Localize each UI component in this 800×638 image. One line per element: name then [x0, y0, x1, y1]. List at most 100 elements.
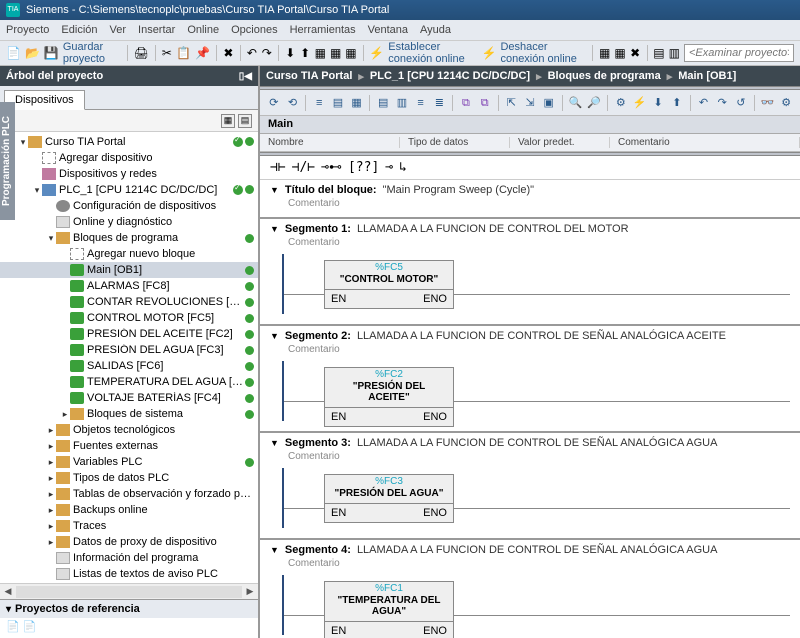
delete-icon[interactable]: ✖ [223, 45, 234, 61]
ed-icon[interactable]: ▤ [330, 95, 346, 111]
undo-icon[interactable]: ↶ [247, 45, 258, 61]
cut-icon[interactable]: ✂ [162, 45, 173, 61]
hw2-icon[interactable]: ▦ [614, 45, 625, 61]
expand-icon[interactable]: ▸ [46, 457, 56, 468]
segment[interactable]: ▼Segmento 2:LLAMADA A LA FUNCION DE CONT… [260, 324, 800, 431]
go-online-icon[interactable]: ⚡ [369, 45, 384, 61]
th-default[interactable]: Valor predet. [510, 137, 610, 148]
expand-icon[interactable]: ▸ [46, 489, 56, 500]
tree-item[interactable]: Agregar nuevo bloque [0, 246, 258, 262]
th-comment[interactable]: Comentario [610, 137, 800, 148]
chevron-down-icon[interactable]: ▼ [270, 545, 279, 555]
ed-icon[interactable]: ▥ [394, 95, 410, 111]
lad-box-icon[interactable]: [??] [348, 160, 379, 175]
lad-contact-no-icon[interactable]: ⊣⊢ [270, 160, 286, 175]
ed-icon[interactable]: ⚡ [632, 95, 648, 111]
tree-hscroll[interactable]: ◀▶ [0, 583, 258, 599]
network[interactable]: %FC1"TEMPERATURA DEL AGUA"ENENO [260, 575, 800, 635]
expand-icon[interactable]: ▸ [46, 505, 56, 516]
tree-item[interactable]: ALARMAS [FC8] [0, 278, 258, 294]
chevron-down-icon[interactable]: ▼ [270, 224, 279, 234]
ed-icon[interactable]: ≡ [413, 95, 429, 111]
expand-icon[interactable]: ▸ [46, 537, 56, 548]
tree-view2-icon[interactable]: ▤ [238, 114, 252, 128]
segment-comment[interactable]: Comentario [260, 556, 800, 575]
go-offline-icon[interactable]: ⚡ [482, 45, 497, 61]
tree-item[interactable]: Main [OB1] [0, 262, 258, 278]
menu-ver[interactable]: Ver [110, 24, 127, 36]
tree-item[interactable]: ▾Curso TIA Portal [0, 134, 258, 150]
copy-icon[interactable]: 📋 [176, 45, 191, 61]
tree-item[interactable]: PRESIÓN DEL ACEITE [FC2] [0, 326, 258, 342]
ed-icon[interactable]: ≡ [311, 95, 327, 111]
print-icon[interactable]: 🖨 [134, 45, 149, 61]
save-project-label[interactable]: Guardar proyecto [63, 41, 121, 65]
breadcrumb-item[interactable]: Main [OB1] [678, 70, 736, 82]
ed-icon[interactable]: ↷ [714, 95, 730, 111]
menu-proyecto[interactable]: Proyecto [6, 24, 49, 36]
tree-item[interactable]: ▸Tablas de observación y forzado perman.… [0, 486, 258, 502]
ed-icon[interactable]: ≣ [431, 95, 447, 111]
network[interactable]: %FC3"PRESIÓN DEL AGUA"ENENO [260, 468, 800, 528]
breadcrumb-item[interactable]: Bloques de programa [548, 70, 661, 82]
th-type[interactable]: Tipo de datos [400, 137, 510, 148]
expand-icon[interactable]: ▸ [46, 425, 56, 436]
ed-icon[interactable]: ⚙ [613, 95, 629, 111]
expand-icon[interactable]: ▾ [46, 233, 56, 244]
ed-icon[interactable]: ⇱ [504, 95, 520, 111]
segment[interactable]: ▼Segmento 3:LLAMADA A LA FUNCION DE CONT… [260, 431, 800, 538]
th-name[interactable]: Nombre [260, 137, 400, 148]
expand-icon[interactable]: ▾ [32, 185, 42, 196]
split-icon[interactable]: ▤ [653, 45, 664, 61]
program-segments[interactable]: ▼ Título del bloque: "Main Program Sweep… [260, 180, 800, 638]
compile-icon[interactable]: ▦ [315, 45, 326, 61]
tree-item[interactable]: SALIDAS [FC6] [0, 358, 258, 374]
segment-title[interactable]: LLAMADA A LA FUNCION DE CONTROL DE SEÑAL… [357, 437, 717, 449]
menu-insertar[interactable]: Insertar [138, 24, 175, 36]
tree-item[interactable]: ▸Variables PLC [0, 454, 258, 470]
tree-item[interactable]: ▸Datos de proxy de dispositivo [0, 534, 258, 550]
open-project-icon[interactable]: 📂 [25, 45, 40, 61]
chevron-down-icon[interactable]: ▼ [270, 331, 279, 341]
close-icon[interactable]: ✖ [630, 45, 641, 61]
breadcrumb-item[interactable]: Curso TIA Portal [266, 70, 352, 82]
tree-item[interactable]: Configuración de dispositivos [0, 198, 258, 214]
tree-item[interactable]: ▸Módulos locales [0, 582, 258, 583]
menu-opciones[interactable]: Opciones [231, 24, 277, 36]
tree-item[interactable]: Información del programa [0, 550, 258, 566]
ref-add2-icon[interactable]: 📄 [23, 621, 37, 633]
ed-icon[interactable]: ⟳ [266, 95, 282, 111]
collapse-tree-icon[interactable]: ▯◀ [239, 71, 252, 82]
ed-icon[interactable]: ⟲ [285, 95, 301, 111]
ed-icon[interactable]: ⬇ [650, 95, 666, 111]
menu-herramientas[interactable]: Herramientas [290, 24, 356, 36]
tree-item[interactable]: ▸Traces [0, 518, 258, 534]
fc-call-box[interactable]: %FC3"PRESIÓN DEL AGUA"ENENO [324, 474, 454, 523]
tree-item[interactable]: TEMPERATURA DEL AGUA [FC1] [0, 374, 258, 390]
upload-icon[interactable]: ⬆ [300, 45, 311, 61]
ed-icon[interactable]: ⧉ [477, 95, 493, 111]
segment-title[interactable]: LLAMADA A LA FUNCION DE CONTROL DE SEÑAL… [357, 330, 726, 342]
ed-icon[interactable]: ▦ [349, 95, 365, 111]
download-icon[interactable]: ⬇ [285, 45, 296, 61]
tab-devices[interactable]: Dispositivos [4, 90, 85, 110]
segment-title[interactable]: LLAMADA A LA FUNCION DE CONTROL DEL MOTO… [357, 223, 629, 235]
expand-icon[interactable]: ▾ [18, 137, 28, 148]
network[interactable]: %FC5"CONTROL MOTOR"ENENO [260, 254, 800, 314]
tree-item[interactable]: Listas de textos de aviso PLC [0, 566, 258, 582]
lad-coil-icon[interactable]: ⊸⊷ [321, 160, 342, 175]
reference-projects-header[interactable]: ▾ Proyectos de referencia [0, 600, 258, 618]
ed-icon[interactable]: ↺ [733, 95, 749, 111]
tree-item[interactable]: ▸Objetos tecnológicos [0, 422, 258, 438]
tree-item[interactable]: Agregar dispositivo [0, 150, 258, 166]
chevron-down-icon[interactable]: ▼ [270, 185, 279, 195]
tree-item[interactable]: CONTROL MOTOR [FC5] [0, 310, 258, 326]
side-tab-programming[interactable]: Programación PLC [0, 102, 15, 220]
lad-branch2-icon[interactable]: ↳ [399, 160, 407, 175]
ed-icon[interactable]: ⇲ [522, 95, 538, 111]
segment-comment[interactable]: Comentario [260, 342, 800, 361]
fc-call-box[interactable]: %FC5"CONTROL MOTOR"ENENO [324, 260, 454, 309]
network[interactable]: %FC2"PRESIÓN DEL ACEITE"ENENO [260, 361, 800, 421]
expand-icon[interactable]: ▸ [60, 409, 70, 420]
ed-icon[interactable]: ⧉ [458, 95, 474, 111]
